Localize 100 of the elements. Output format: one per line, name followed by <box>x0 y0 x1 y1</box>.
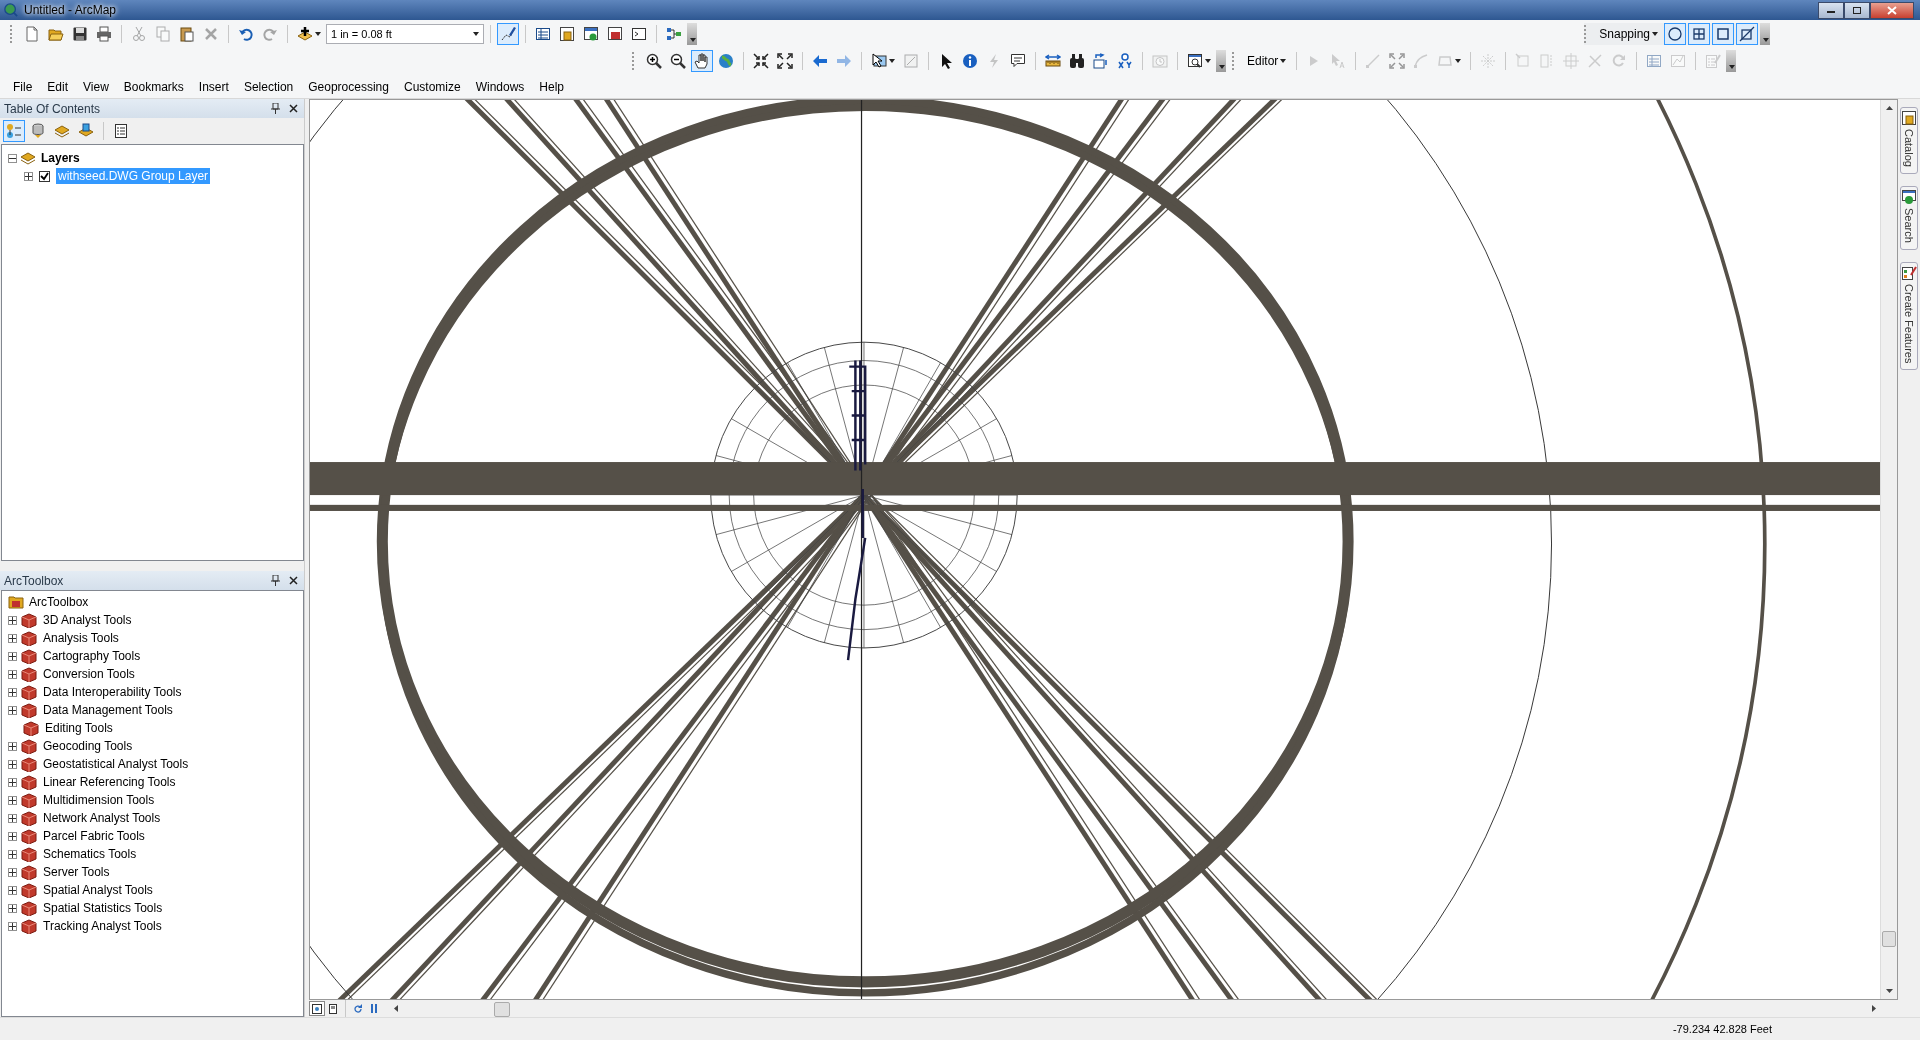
expand-button[interactable] <box>8 669 17 679</box>
menu-item[interactable]: Windows <box>468 78 533 96</box>
tree-item[interactable]: Analysis Tools <box>41 630 121 646</box>
tree-item[interactable]: Data Management Tools <box>41 702 175 718</box>
end-snap-button[interactable] <box>1688 23 1710 45</box>
folder-icon <box>8 595 24 609</box>
dock-tab[interactable]: Catalog <box>1900 107 1918 174</box>
tree-item[interactable]: Geostatistical Analyst Tools <box>41 756 191 772</box>
expand-button[interactable] <box>8 795 17 805</box>
left-arrow-icon <box>394 1005 398 1012</box>
editor-menu[interactable]: Editor <box>1243 50 1291 72</box>
scale-combobox[interactable]: 1 in = 0.08 ft <box>326 24 484 44</box>
measure-icon <box>1045 53 1061 69</box>
redo-icon <box>262 26 278 42</box>
menu-item[interactable]: Geoprocessing <box>301 78 397 96</box>
toolbar-options-button[interactable] <box>1216 50 1226 72</box>
chart-icon <box>1670 53 1687 69</box>
pin-icon <box>270 103 280 114</box>
tree-item[interactable]: Parcel Fabric Tools <box>41 828 147 844</box>
edge-snap-button[interactable] <box>1736 23 1758 45</box>
close-button[interactable] <box>1870 1 1914 19</box>
list-drawing-button[interactable] <box>3 120 25 142</box>
expand-button[interactable] <box>8 849 17 859</box>
up-arrow-icon <box>1885 106 1893 110</box>
vertex-snap-button[interactable] <box>1712 23 1734 45</box>
square-vertex-icon <box>1515 53 1532 69</box>
arrows-out-button[interactable] <box>774 50 796 72</box>
expand-button[interactable] <box>8 921 17 931</box>
expand-button[interactable] <box>8 831 17 841</box>
expand-button[interactable] <box>8 633 17 643</box>
expand-button[interactable] <box>8 885 17 895</box>
pan-button[interactable] <box>691 50 713 72</box>
down-arrow-icon <box>1885 989 1893 993</box>
tree-item[interactable]: Cartography Tools <box>41 648 143 664</box>
tree-item[interactable]: Conversion Tools <box>41 666 137 682</box>
magnifier-window-icon <box>1187 53 1203 69</box>
expand-button[interactable] <box>8 759 17 769</box>
expand-button[interactable] <box>24 171 33 181</box>
menu-item[interactable]: View <box>76 78 117 96</box>
tree-item[interactable]: Layers <box>39 150 82 166</box>
plus-icon <box>9 760 16 768</box>
tree-item[interactable]: Editing Tools <box>43 720 115 736</box>
minimize-button[interactable] <box>1818 1 1844 19</box>
tree-item[interactable]: Linear Referencing Tools <box>41 774 178 790</box>
rotate-icon <box>1611 53 1628 69</box>
clock-icon <box>1152 53 1168 69</box>
pin-button[interactable] <box>268 101 282 116</box>
menu-item[interactable]: Bookmarks <box>116 78 192 96</box>
vertical-scrollbar[interactable] <box>1880 100 1897 999</box>
undo-icon <box>238 26 254 42</box>
editor-toolbar-button[interactable] <box>497 23 519 45</box>
tree-item[interactable]: Spatial Statistics Tools <box>41 900 165 916</box>
tree-item[interactable]: Tracking Analyst Tools <box>41 918 164 934</box>
toolbar-options-button[interactable] <box>1726 50 1737 72</box>
tree-item[interactable]: Spatial Analyst Tools <box>41 882 155 898</box>
point-snap-button[interactable] <box>1664 23 1686 45</box>
expand-button[interactable] <box>8 615 17 625</box>
expand-button[interactable] <box>8 777 17 787</box>
layer-checkbox[interactable] <box>39 170 50 182</box>
maximize-button[interactable] <box>1844 1 1870 19</box>
expand-button[interactable] <box>8 687 17 697</box>
options-icon <box>113 123 129 139</box>
tree-item[interactable]: Multidimension Tools <box>41 792 157 808</box>
expand-button[interactable] <box>8 741 17 751</box>
menu-item[interactable]: Edit <box>40 78 77 96</box>
scroll-thumb[interactable] <box>494 1001 510 1017</box>
toolbar-options-button[interactable] <box>1760 23 1770 45</box>
scroll-thumb[interactable] <box>1882 931 1896 947</box>
tree-item[interactable]: 3D Analyst Tools <box>41 612 134 628</box>
toolbox-icon <box>20 918 38 934</box>
pin-button[interactable] <box>268 573 282 588</box>
menu-item[interactable]: Insert <box>191 78 237 96</box>
tree-item[interactable]: Server Tools <box>41 864 112 880</box>
close-icon <box>288 576 298 585</box>
cursor-a-icon <box>1330 53 1347 69</box>
menu-item[interactable]: Customize <box>396 78 469 96</box>
expand-button[interactable] <box>8 153 17 163</box>
dock-tab[interactable]: Search <box>1900 185 1918 250</box>
cut-icon <box>131 26 147 42</box>
menu-item[interactable]: File <box>6 78 41 96</box>
expand-button[interactable] <box>8 813 17 823</box>
tree-item[interactable]: Data Interoperability Tools <box>41 684 184 700</box>
expand-button[interactable] <box>8 903 17 913</box>
expand-button[interactable] <box>8 705 17 715</box>
menu-item[interactable]: Help <box>532 78 573 96</box>
tree-item[interactable]: Network Analyst Tools <box>41 810 163 826</box>
close-icon <box>288 104 298 113</box>
tree-item[interactable]: Schematics Tools <box>41 846 139 862</box>
toolbox-icon <box>20 882 38 898</box>
plus-icon <box>9 832 16 840</box>
menu-item[interactable]: Selection <box>236 78 302 96</box>
data-view-button[interactable] <box>309 1001 325 1016</box>
expand-button[interactable] <box>8 651 17 661</box>
tree-item[interactable]: Geocoding Tools <box>41 738 135 754</box>
dock-tab[interactable]: Create Features <box>1900 261 1918 371</box>
zoom-out-icon <box>670 53 686 69</box>
expand-button[interactable] <box>8 867 17 877</box>
tree-item[interactable]: ArcToolbox <box>27 594 91 610</box>
toolbar-options-button[interactable] <box>687 23 697 45</box>
identify-icon <box>962 53 978 69</box>
